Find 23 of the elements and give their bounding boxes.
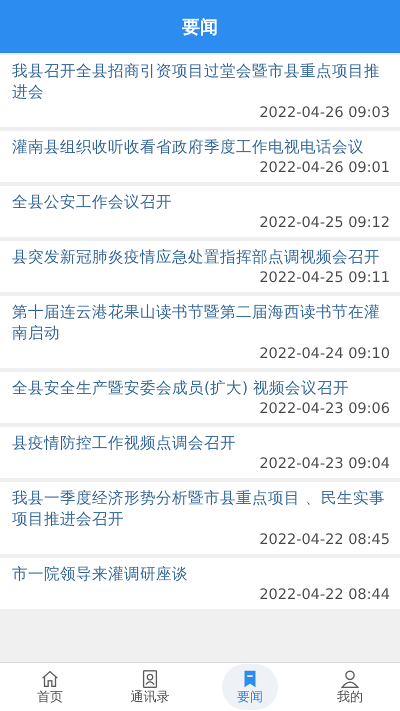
news-date: 2022-04-24 09:10 xyxy=(259,345,390,364)
page-title: 要闻 xyxy=(182,16,218,38)
nav-tab[interactable]: 我的 xyxy=(322,664,378,710)
news-item[interactable]: 第十届连云港花果山读书节暨第二届海西读书节在灌南启动 2022-04-24 09:10 xyxy=(0,296,400,368)
news-item[interactable]: 我县召开全县招商引资项目过堂会暨市县重点项目推进会 2022-04-26 09:03 xyxy=(0,55,400,127)
news-date: 2022-04-25 09:12 xyxy=(259,214,390,233)
news-item[interactable]: 全县安全生产暨安委会成员(扩大) 视频会议召开 2022-04-23 09:06 xyxy=(0,372,400,423)
news-date: 2022-04-23 09:06 xyxy=(259,400,390,419)
person-icon xyxy=(339,668,361,690)
nav-tab[interactable]: 通讯录 xyxy=(122,664,178,710)
news-item[interactable]: 全县公安工作会议召开 2022-04-25 09:12 xyxy=(0,186,400,237)
news-item[interactable]: 市一院领导来灌调研座谈 2022-04-22 08:44 xyxy=(0,558,400,609)
news-date: 2022-04-26 09:01 xyxy=(259,159,390,178)
news-item[interactable]: 我县一季度经济形势分析暨市县重点项目 、民生实事项目推进会召开 2022-04-22 08:45 xyxy=(0,482,400,554)
news-date: 2022-04-23 09:04 xyxy=(259,455,390,474)
news-date: 2022-04-26 09:03 xyxy=(259,104,390,123)
news-date: 2022-04-22 08:44 xyxy=(259,586,390,605)
news-item[interactable]: 县突发新冠肺炎疫情应急处置指挥部点调视频会召开 2022-04-25 09:11 xyxy=(0,241,400,292)
news-item[interactable]: 灌南县组织收听收看省政府季度工作电视电话会议 2022-04-26 09:01 xyxy=(0,131,400,182)
news-item[interactable]: 县疫情防控工作视频点调会召开 2022-04-23 09:04 xyxy=(0,427,400,478)
nav-tab[interactable]: 首页 xyxy=(22,664,78,710)
news-date: 2022-04-25 09:11 xyxy=(259,269,390,288)
news-date: 2022-04-22 08:45 xyxy=(259,531,390,550)
